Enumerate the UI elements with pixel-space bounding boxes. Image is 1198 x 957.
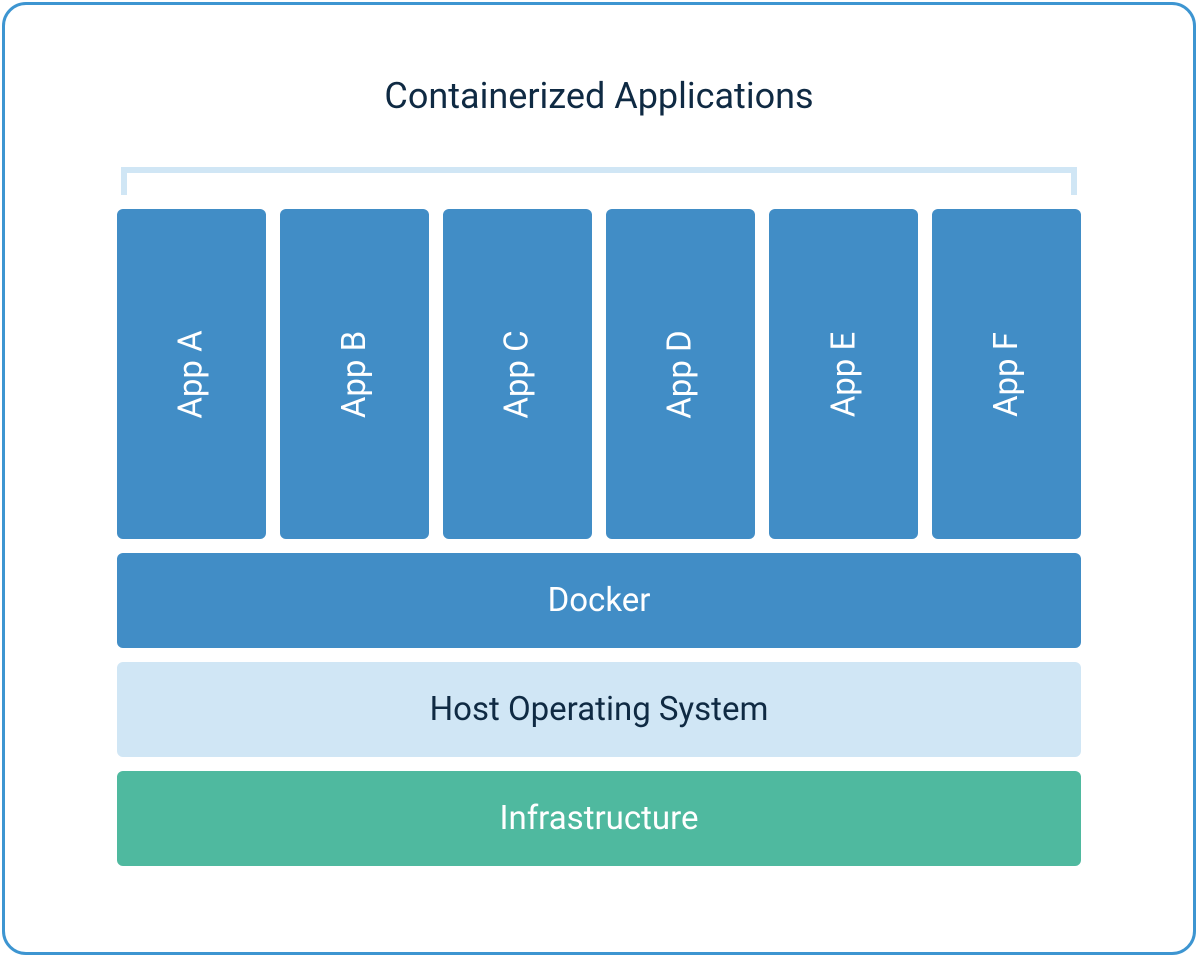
app-label: App A (172, 330, 211, 418)
diagram-title: Containerized Applications (117, 75, 1081, 117)
app-box-a: App A (117, 209, 266, 539)
app-label: App B (335, 330, 374, 417)
app-box-b: App B (280, 209, 429, 539)
apps-row: App A App B App C App D App E App F (117, 209, 1081, 539)
host-os-layer: Host Operating System (117, 662, 1081, 757)
docker-layer: Docker (117, 553, 1081, 648)
diagram-frame: Containerized Applications App A App B A… (2, 2, 1196, 955)
infrastructure-layer: Infrastructure (117, 771, 1081, 866)
app-label: App D (661, 330, 700, 418)
app-label: App C (498, 330, 537, 418)
app-box-c: App C (443, 209, 592, 539)
app-label: App F (987, 331, 1026, 416)
app-box-e: App E (769, 209, 918, 539)
app-label: App E (824, 331, 863, 417)
apps-bracket (121, 167, 1077, 195)
app-box-d: App D (606, 209, 755, 539)
app-box-f: App F (932, 209, 1081, 539)
